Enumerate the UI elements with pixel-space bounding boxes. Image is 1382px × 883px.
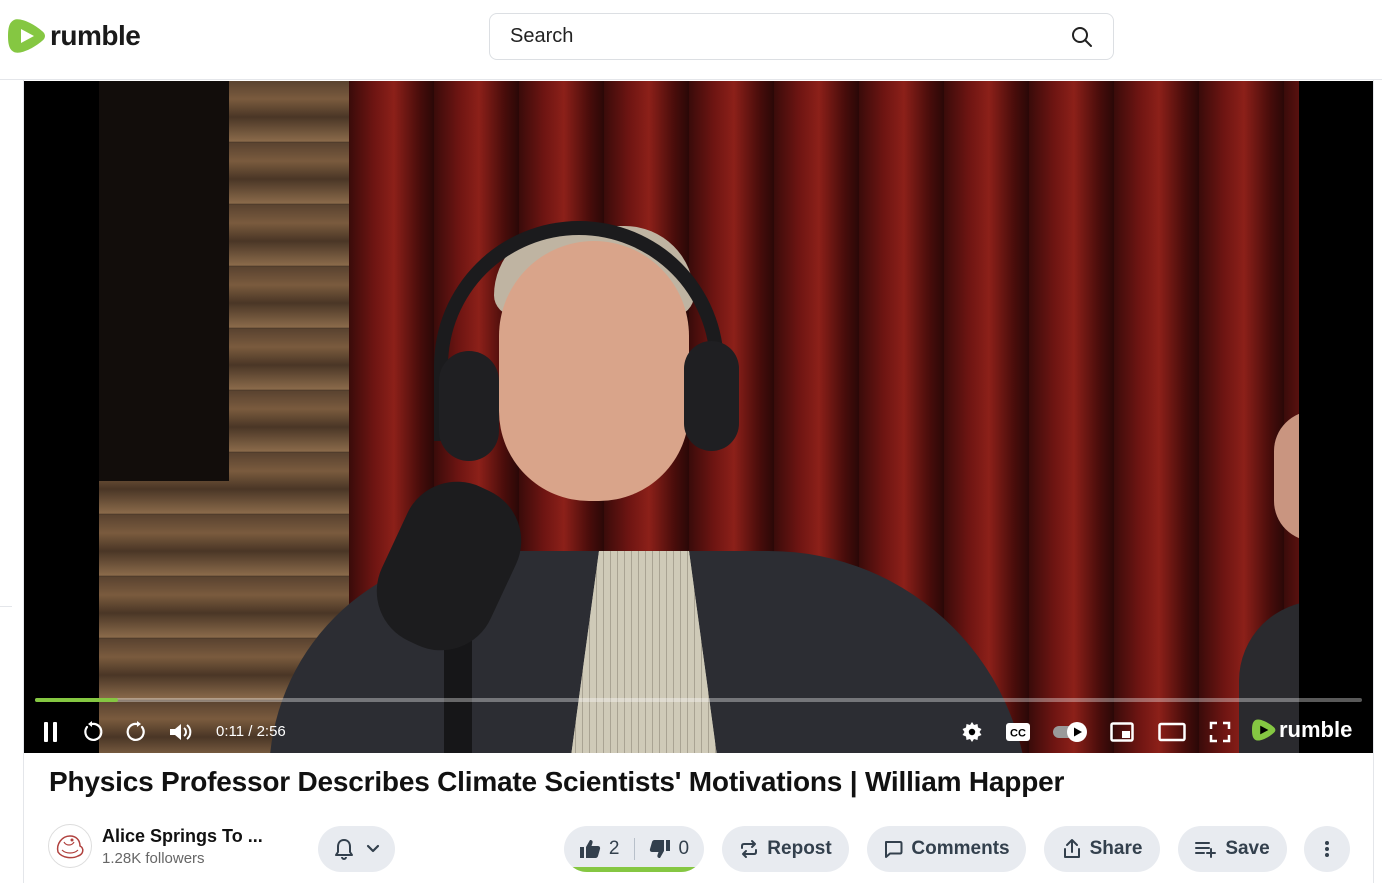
video-player[interactable]: 0:11 / 2:56 CC rumble <box>24 81 1373 753</box>
rumble-logo[interactable]: rumble <box>8 16 141 56</box>
time-display: 0:11 / 2:56 <box>216 723 286 740</box>
dislike-count: 0 <box>678 838 690 859</box>
rumble-play-icon <box>8 19 45 53</box>
repost-icon <box>741 840 758 858</box>
search-input[interactable] <box>510 25 1071 48</box>
like-button[interactable]: 2 <box>579 838 620 860</box>
comments-label: Comments <box>911 838 1010 859</box>
save-to-playlist-icon <box>1195 842 1217 858</box>
comments-button[interactable]: Comments <box>867 826 1026 872</box>
fullscreen-icon <box>1209 721 1231 743</box>
settings-button[interactable] <box>960 711 984 753</box>
more-options-button[interactable] <box>1304 826 1350 872</box>
svg-text:CC: CC <box>1010 728 1026 740</box>
theater-mode-button[interactable] <box>1158 711 1186 753</box>
theater-icon <box>1158 722 1186 742</box>
miniplayer-button[interactable] <box>1109 711 1135 753</box>
rumble-play-icon <box>1252 719 1276 741</box>
forward-button[interactable] <box>124 711 150 753</box>
more-vertical-icon <box>1325 841 1329 857</box>
share-button[interactable]: Share <box>1044 826 1160 872</box>
avatar-icon <box>56 835 84 859</box>
follower-count: 1.28K followers <box>102 849 205 867</box>
miniplayer-icon <box>1110 722 1134 742</box>
forward-icon <box>126 721 145 741</box>
pause-button[interactable] <box>38 711 64 753</box>
fullscreen-button[interactable] <box>1208 711 1232 753</box>
volume-button[interactable] <box>167 711 195 753</box>
notification-bell-button[interactable] <box>318 826 395 872</box>
progress-bar[interactable] <box>35 698 1362 702</box>
captions-button[interactable]: CC <box>1004 711 1032 753</box>
progress-fill <box>35 698 118 702</box>
top-bar: rumble <box>0 0 1382 80</box>
share-label: Share <box>1089 838 1143 859</box>
settings-icon <box>962 722 982 742</box>
repost-label: Repost <box>767 838 832 859</box>
chevron-down-icon <box>366 844 379 853</box>
cc-icon: CC <box>1006 723 1030 741</box>
left-sidebar-edge <box>0 80 24 883</box>
search-icon[interactable] <box>1071 26 1093 48</box>
pause-icon <box>44 722 57 742</box>
bell-icon <box>334 839 353 860</box>
save-button[interactable]: Save <box>1178 826 1287 872</box>
rewind-icon <box>84 721 103 741</box>
autoplay-toggle-icon <box>1053 722 1087 742</box>
search-bar[interactable] <box>489 13 1114 60</box>
channel-avatar[interactable] <box>48 824 92 868</box>
channel-info[interactable]: Alice Springs To ... 1.28K followers <box>48 824 263 868</box>
dislike-button[interactable]: 0 <box>649 838 690 860</box>
like-count: 2 <box>608 838 620 859</box>
save-label: Save <box>1225 838 1270 859</box>
thumbs-down-icon <box>649 840 670 858</box>
thumbs-up-icon <box>579 840 601 858</box>
video-frame <box>99 81 1299 753</box>
volume-icon <box>170 724 192 740</box>
logo-text: rumble <box>50 20 141 51</box>
comment-icon <box>885 841 903 858</box>
autoplay-toggle[interactable] <box>1052 711 1090 753</box>
share-icon <box>1063 839 1080 858</box>
vote-buttons: 2 0 <box>564 826 704 872</box>
player-logo-text: rumble <box>1279 717 1353 742</box>
video-title: Physics Professor Describes Climate Scie… <box>49 766 1065 797</box>
vote-ratio-bar <box>564 867 704 872</box>
player-rumble-logo[interactable]: rumble <box>1252 717 1352 743</box>
rewind-button[interactable] <box>79 711 105 753</box>
right-sidebar-edge <box>1373 80 1374 883</box>
repost-button[interactable]: Repost <box>722 826 849 872</box>
channel-name[interactable]: Alice Springs To ... <box>102 826 263 847</box>
player-controls: 0:11 / 2:56 CC rumble <box>24 711 1373 753</box>
